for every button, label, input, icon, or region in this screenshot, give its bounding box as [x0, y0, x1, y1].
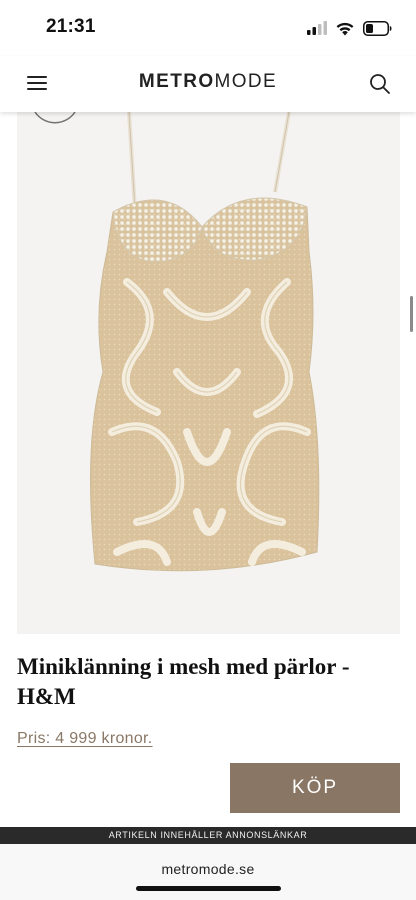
- status-time: 21:31: [46, 16, 96, 37]
- product-image: [17, 112, 400, 634]
- browser-url-bar[interactable]: metromode.se: [0, 844, 416, 900]
- search-icon[interactable]: [368, 72, 392, 96]
- logo-light-text: MODE: [214, 71, 278, 92]
- scrollbar[interactable]: [410, 296, 413, 332]
- site-logo[interactable]: METROMODE: [0, 71, 416, 93]
- logo-bold-text: METRO: [138, 71, 215, 92]
- price-link[interactable]: Pris: 4 999 kronor.: [17, 730, 153, 748]
- status-icons: [307, 18, 392, 38]
- status-bar: 21:31: [0, 0, 416, 56]
- battery-icon: [363, 20, 392, 36]
- site-header: METROMODE: [0, 56, 416, 112]
- wifi-icon: [336, 22, 354, 35]
- ad-notice-banner: ARTIKELN INNEHÅLLER ANNONSLÄNKAR: [0, 827, 416, 844]
- product-title: Miniklänning i mesh med pärlor - H&M: [17, 654, 350, 709]
- url-text[interactable]: metromode.se: [0, 861, 416, 877]
- dress-illustration: [34, 112, 320, 572]
- cellular-signal-icon: [307, 21, 327, 35]
- home-indicator[interactable]: [136, 886, 281, 891]
- buy-button[interactable]: KÖP: [230, 763, 400, 813]
